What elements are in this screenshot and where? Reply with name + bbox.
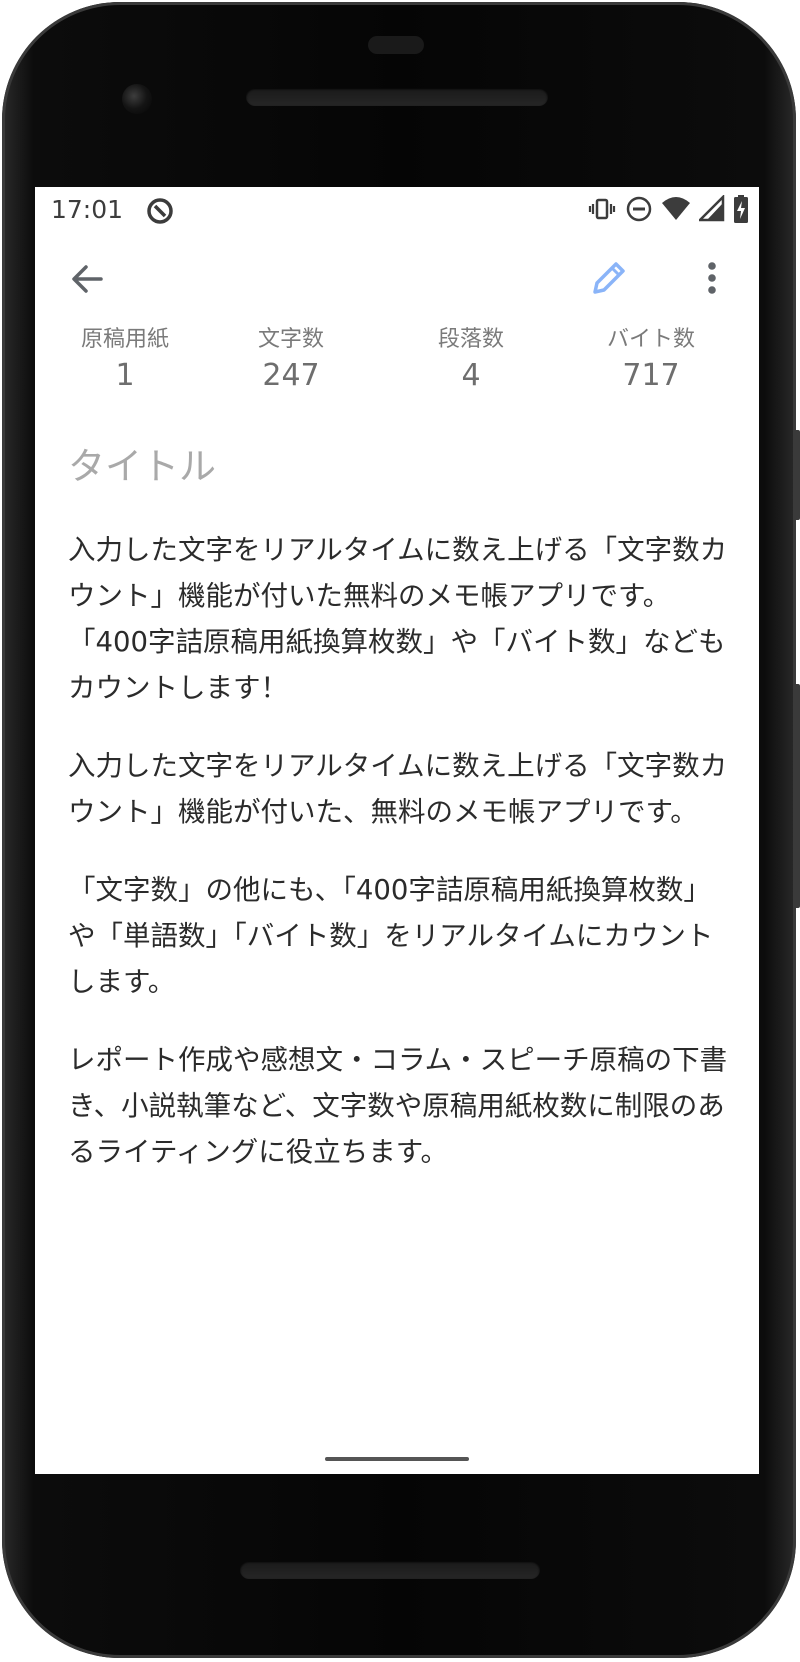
stat-character-count: 文字数 247 (201, 325, 381, 397)
note-body-editor[interactable]: 入力した文字をリアルタイムに数え上げる「文字数カウント」機能が付いた無料のメモ帳… (68, 527, 728, 1207)
stat-value: 1 (115, 358, 135, 393)
stat-byte-count: バイト数 717 (561, 325, 741, 397)
stat-value: 4 (461, 358, 481, 393)
stat-label: 段落数 (437, 327, 504, 352)
more-vert-icon[interactable] (700, 258, 724, 298)
battery-charging-icon (733, 194, 749, 228)
status-bar: 17:01 (35, 187, 759, 237)
sensor (368, 36, 424, 54)
data-saver-icon (145, 196, 175, 230)
body-paragraph: 入力した文字をリアルタイムに数え上げる「文字数カウント」機能が付いた、無料のメモ… (68, 750, 728, 828)
body-paragraph: 入力した文字をリアルタイムに数え上げる「文字数カウント」機能が付いた無料のメモ帳… (68, 534, 728, 704)
toolbar (35, 247, 759, 327)
stat-manuscript-sheets: 原稿用紙 1 (35, 325, 215, 397)
stat-paragraph-count: 段落数 4 (381, 325, 561, 397)
vibrate-icon (587, 194, 617, 228)
phone-frame: 17:01 原稿用紙 1 文字数 247 段落数 4 バイト数 717 タイトル… (0, 0, 800, 1662)
arrow-back-icon[interactable] (67, 259, 107, 299)
stat-label: バイト数 (606, 327, 695, 352)
status-time: 17:01 (51, 195, 124, 224)
body-paragraph: 「文字数」の他にも、「400字詰原稿用紙換算枚数」や「単語数」「バイト数」をリア… (68, 874, 714, 998)
screen: 17:01 原稿用紙 1 文字数 247 段落数 4 バイト数 717 タイトル… (35, 187, 759, 1474)
gesture-nav-handle[interactable] (325, 1457, 469, 1461)
stat-label: 文字数 (257, 327, 324, 352)
pencil-icon[interactable] (589, 258, 629, 298)
power-button (794, 430, 800, 520)
stat-value: 247 (262, 358, 320, 393)
status-icons (587, 193, 749, 228)
title-input[interactable]: タイトル (68, 442, 216, 492)
front-camera-icon (122, 84, 152, 114)
bottom-speaker (240, 1561, 540, 1579)
wifi-icon (661, 195, 691, 227)
stats-bar: 原稿用紙 1 文字数 247 段落数 4 バイト数 717 (35, 325, 759, 395)
body-paragraph: レポート作成や感想文・コラム・スピーチ原稿の下書き、小説執筆など、文字数や原稿用… (68, 1044, 728, 1168)
signal-icon (696, 193, 725, 227)
earpiece-speaker (246, 88, 548, 106)
do-not-disturb-icon (625, 195, 653, 227)
volume-button (794, 684, 800, 908)
stat-value: 717 (622, 358, 680, 393)
stat-label: 原稿用紙 (80, 327, 169, 352)
